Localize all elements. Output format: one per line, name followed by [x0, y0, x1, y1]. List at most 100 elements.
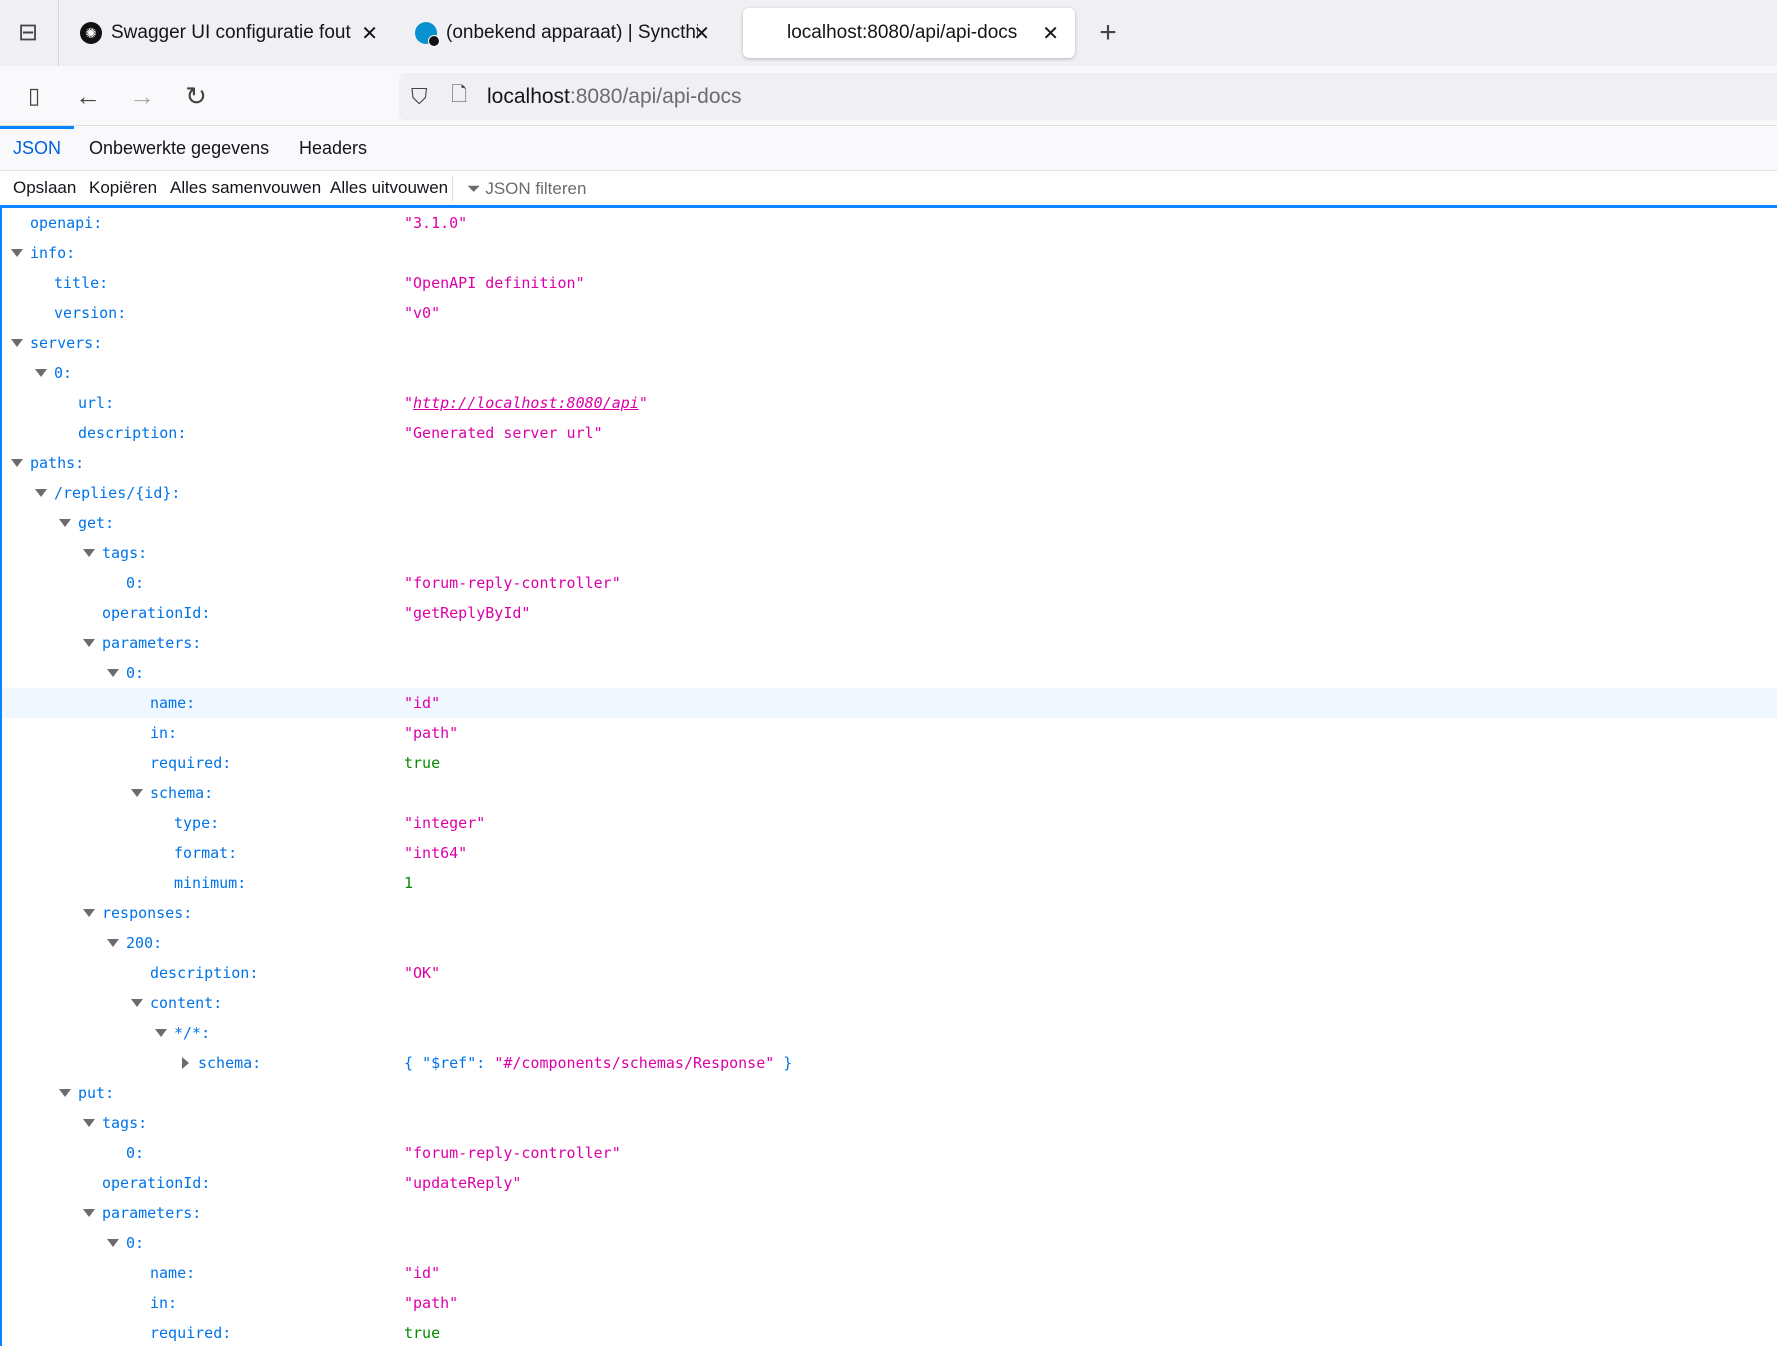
json-row[interactable]: 0: "forum-reply-controller" [2, 568, 1777, 598]
json-row[interactable]: info: [2, 238, 1777, 268]
url-path: :8080/api/api-docs [569, 84, 742, 108]
json-key: openapi: [30, 214, 103, 232]
json-row[interactable]: in: "path" [2, 718, 1777, 748]
json-value: "Generated server url" [404, 424, 603, 442]
json-key: operationId: [102, 1174, 211, 1192]
json-key: in: [150, 1294, 178, 1312]
expanded-triangle-icon[interactable] [131, 999, 143, 1007]
json-value: "forum-reply-controller" [404, 574, 621, 592]
json-row[interactable]: operationId: "updateReply" [2, 1168, 1777, 1198]
json-toolbar: Opslaan Kopiëren Alles samenvouwen Alles… [0, 171, 1777, 208]
expanded-triangle-icon[interactable] [107, 1239, 119, 1247]
json-row[interactable]: /replies/{id}: [2, 478, 1777, 508]
json-row[interactable]: schema: { "$ref": "#/components/schemas/R… [2, 1048, 1777, 1078]
json-row[interactable]: get: [2, 508, 1777, 538]
expanded-triangle-icon[interactable] [83, 1119, 95, 1127]
json-row[interactable]: responses: [2, 898, 1777, 928]
json-key: content: [150, 994, 223, 1012]
tab-swagger[interactable]: ✺ Swagger UI configuratie fout ✕ [70, 8, 390, 58]
expanded-triangle-icon[interactable] [59, 519, 71, 527]
tab-headers[interactable]: Headers [286, 127, 380, 170]
sidebar-toggle-icon[interactable]: ▯ [18, 80, 50, 112]
json-row[interactable]: format: "int64" [2, 838, 1777, 868]
tab-syncthing[interactable]: (onbekend apparaat) | Syncthing ✕ [405, 8, 730, 58]
expanded-triangle-icon[interactable] [131, 789, 143, 797]
expanded-triangle-icon[interactable] [35, 369, 47, 377]
json-row[interactable]: url: "http://localhost:8080/api" [2, 388, 1777, 418]
json-row[interactable]: content: [2, 988, 1777, 1018]
json-row[interactable]: schema: [2, 778, 1777, 808]
json-key: required: [150, 754, 232, 772]
tab-overview-icon[interactable]: ⊟ [12, 17, 44, 49]
expanded-triangle-icon[interactable] [11, 339, 23, 347]
openai-icon: ✺ [80, 22, 102, 44]
shield-icon[interactable]: ⛉ [411, 84, 439, 110]
expand-all-button[interactable]: Alles uitvouwen [330, 178, 448, 198]
tab-json[interactable]: JSON [0, 126, 75, 170]
json-key: tags: [102, 1114, 148, 1132]
expanded-triangle-icon[interactable] [83, 1209, 95, 1217]
expanded-triangle-icon[interactable] [35, 489, 47, 497]
expanded-triangle-icon[interactable] [83, 639, 95, 647]
expanded-triangle-icon[interactable] [83, 549, 95, 557]
json-row[interactable]: required: true [2, 748, 1777, 778]
close-tab-icon[interactable]: ✕ [361, 21, 378, 46]
json-row[interactable]: 0: "forum-reply-controller" [2, 1138, 1777, 1168]
json-row[interactable]: description: "OK" [2, 958, 1777, 988]
json-row[interactable]: 0: [2, 1228, 1777, 1258]
copy-button[interactable]: Kopiëren [89, 178, 157, 198]
json-row[interactable]: tags: [2, 538, 1777, 568]
tab-api-docs[interactable]: localhost:8080/api/api-docs ✕ [743, 8, 1075, 58]
json-row[interactable]: parameters: [2, 1198, 1777, 1228]
url-link[interactable]: http://localhost:8080/api [413, 394, 639, 412]
json-key: operationId: [102, 604, 211, 622]
json-key: 0: [126, 574, 145, 592]
json-row[interactable]: required: true [2, 1318, 1777, 1346]
collapsed-triangle-icon[interactable] [182, 1057, 189, 1069]
expanded-triangle-icon[interactable] [59, 1089, 71, 1097]
json-row[interactable]: paths: [2, 448, 1777, 478]
expanded-triangle-icon[interactable] [155, 1029, 167, 1037]
expanded-triangle-icon[interactable] [11, 459, 23, 467]
json-filter-input[interactable]: ⏷ JSON filteren [452, 176, 586, 202]
json-row[interactable]: parameters: [2, 628, 1777, 658]
json-row[interactable]: operationId: "getReplyById" [2, 598, 1777, 628]
new-tab-button[interactable]: + [1092, 17, 1124, 49]
json-row[interactable]: servers: [2, 328, 1777, 358]
json-row[interactable]: name: "id" [2, 1258, 1777, 1288]
json-row[interactable]: */*: [2, 1018, 1777, 1048]
json-row[interactable]: description: "Generated server url" [2, 418, 1777, 448]
navigation-bar: ▯ ← → ↻ ⛉ 🗋 localhost:8080/api/api-docs [0, 66, 1777, 126]
json-row[interactable]: minimum: 1 [2, 868, 1777, 898]
close-tab-icon[interactable]: ✕ [693, 21, 710, 46]
expanded-triangle-icon[interactable] [107, 669, 119, 677]
close-tab-icon[interactable]: ✕ [1042, 21, 1059, 46]
json-row[interactable]: tags: [2, 1108, 1777, 1138]
url-bar[interactable]: ⛉ 🗋 localhost:8080/api/api-docs [399, 73, 1777, 120]
json-value: "id" [404, 1264, 441, 1282]
json-row[interactable]: 0: [2, 658, 1777, 688]
json-row[interactable]: openapi: "3.1.0" [2, 208, 1777, 238]
json-row[interactable]: title: "OpenAPI definition" [2, 268, 1777, 298]
json-row[interactable]: type: "integer" [2, 808, 1777, 838]
json-key: parameters: [102, 634, 202, 652]
expanded-triangle-icon[interactable] [83, 909, 95, 917]
json-value: "OpenAPI definition" [404, 274, 585, 292]
syncthing-warning-icon [415, 22, 440, 47]
json-row[interactable]: version: "v0" [2, 298, 1777, 328]
json-row[interactable]: put: [2, 1078, 1777, 1108]
save-button[interactable]: Opslaan [13, 178, 76, 198]
json-row[interactable]: 0: [2, 358, 1777, 388]
json-row[interactable]: name: "id" [2, 688, 1777, 718]
expanded-triangle-icon[interactable] [107, 939, 119, 947]
json-key: required: [150, 1324, 232, 1342]
expanded-triangle-icon[interactable] [11, 249, 23, 257]
json-row[interactable]: in: "path" [2, 1288, 1777, 1318]
json-key: schema: [150, 784, 214, 802]
collapse-all-button[interactable]: Alles samenvouwen [170, 178, 321, 198]
reload-button[interactable]: ↻ [180, 80, 212, 112]
json-row[interactable]: 200: [2, 928, 1777, 958]
forward-button[interactable]: → [126, 80, 158, 112]
tab-raw-data[interactable]: Onbewerkte gegevens [76, 127, 282, 170]
back-button[interactable]: ← [72, 80, 104, 112]
